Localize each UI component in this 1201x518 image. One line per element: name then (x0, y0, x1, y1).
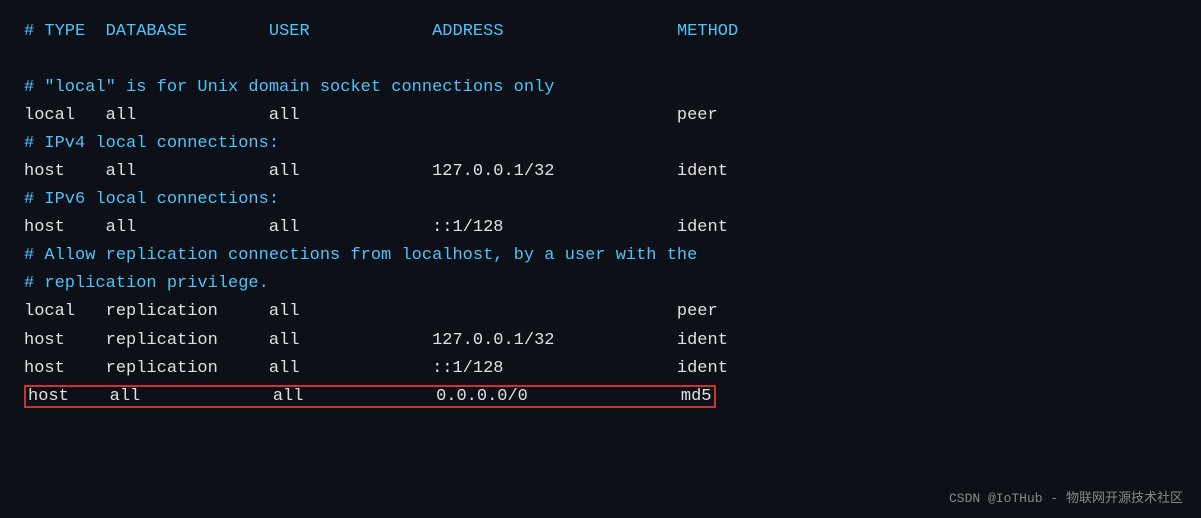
line-host-replication-ipv6: host replication all ::1/128 ident (24, 359, 728, 378)
line-host-replication-ipv4: host replication all 127.0.0.1/32 ident (24, 331, 728, 350)
comment-ipv4: # IPv4 local connections: (24, 134, 279, 153)
comment-local: # "local" is for Unix domain socket conn… (24, 78, 555, 97)
header-line: # TYPE DATABASE USER ADDRESS METHOD (24, 22, 738, 41)
comment-replication: # Allow replication connections from loc… (24, 246, 697, 265)
comment-privilege: # replication privilege. (24, 274, 269, 293)
terminal-content: # TYPE DATABASE USER ADDRESS METHOD # "l… (24, 18, 1177, 411)
line-host-ipv6: host all all ::1/128 ident (24, 218, 728, 237)
line-host-all-md5: host all all 0.0.0.0/0 md5 (24, 385, 716, 408)
line-local-all: local all all peer (24, 106, 718, 125)
watermark: CSDN @IoTHub - 物联网开源技术社区 (949, 487, 1183, 506)
comment-ipv6: # IPv6 local connections: (24, 190, 279, 209)
line-local-replication: local replication all peer (24, 302, 718, 321)
line-host-ipv4: host all all 127.0.0.1/32 ident (24, 162, 728, 181)
terminal-window: # TYPE DATABASE USER ADDRESS METHOD # "l… (0, 0, 1201, 518)
